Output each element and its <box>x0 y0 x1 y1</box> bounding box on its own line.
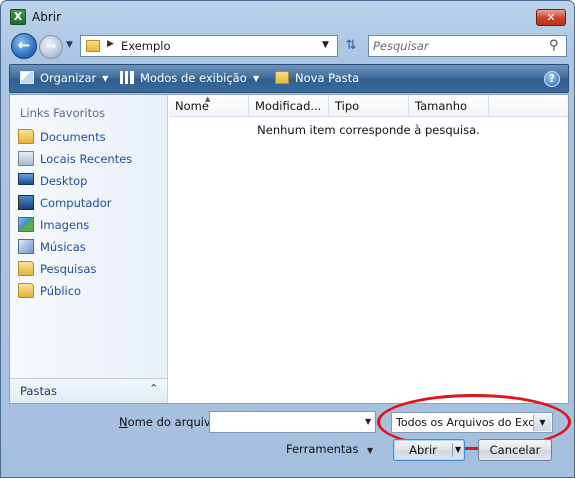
nav-item-documents[interactable]: Documents <box>16 127 164 147</box>
folder-icon <box>18 261 34 276</box>
column-label: Tipo <box>335 99 360 113</box>
filename-label: Nome do arquivo: <box>119 415 222 429</box>
history-dropdown-icon[interactable]: ▼ <box>66 40 73 50</box>
chevron-down-icon[interactable]: ▼ <box>365 417 371 426</box>
folders-toggle[interactable]: Pastas ⌃ <box>10 378 167 403</box>
folder-icon <box>18 283 34 298</box>
address-dropdown-icon[interactable]: ▼ <box>322 40 329 50</box>
chevron-down-icon: ▼ <box>102 74 109 83</box>
music-icon <box>18 239 34 254</box>
window-title: Abrir <box>32 10 62 24</box>
file-list[interactable]: Nome ▲ Modificad... Tipo Tamanho Nenhum … <box>169 95 568 403</box>
back-button[interactable]: ← <box>11 33 37 59</box>
column-label: Modificad... <box>255 99 322 113</box>
new-folder-button[interactable]: Nova Pasta <box>275 71 359 85</box>
main-area: Links Favoritos Documents Locais Recente… <box>9 94 569 404</box>
title-bar[interactable]: X Abrir ✕ <box>1 1 574 31</box>
nav-item-label: Imagens <box>40 218 90 232</box>
nav-item-label: Público <box>40 284 82 298</box>
close-button[interactable]: ✕ <box>536 9 566 26</box>
filename-label-text: ome do arquivo: <box>127 415 222 429</box>
sort-ascending-icon: ▲ <box>205 95 211 103</box>
tools-menu[interactable]: Ferramentas <box>286 442 358 456</box>
filename-input[interactable] <box>213 414 353 430</box>
column-header-row: Nome ▲ Modificad... Tipo Tamanho <box>169 95 568 117</box>
address-bar[interactable]: ▶ Exemplo ▼ <box>80 35 338 57</box>
chevron-down-icon[interactable]: ▼ <box>455 440 461 460</box>
column-header-size[interactable]: Tamanho <box>409 95 489 117</box>
nav-item-label: Desktop <box>40 174 88 188</box>
nav-item-label: Locais Recentes <box>40 152 133 166</box>
file-type-select[interactable]: Todos os Arquivos do Excel ( ▼ <box>391 412 553 433</box>
new-folder-label: Nova Pasta <box>295 71 360 85</box>
pictures-icon <box>18 217 34 232</box>
open-button[interactable]: Abrir ▼ <box>393 439 465 461</box>
chevron-down-icon[interactable]: ▼ <box>367 446 373 455</box>
tools-label: Ferramentas <box>286 442 359 456</box>
views-label: Modos de exibição <box>140 71 247 85</box>
refresh-icon[interactable]: ⇅ <box>341 37 361 55</box>
folder-icon <box>86 40 100 52</box>
chevron-up-icon: ⌃ <box>149 382 159 395</box>
file-type-value: Todos os Arquivos do Excel ( <box>396 416 552 429</box>
help-button[interactable]: ? <box>544 71 560 87</box>
folder-icon <box>18 129 34 144</box>
nav-item-pictures[interactable]: Imagens <box>16 215 164 235</box>
views-dropdown[interactable]: ▼ <box>253 71 259 85</box>
column-header-modified[interactable]: Modificad... <box>249 95 329 117</box>
views-icon <box>120 71 134 84</box>
nav-item-label: Computador <box>40 196 112 210</box>
views-menu[interactable]: Modos de exibição <box>120 71 247 85</box>
open-dialog-window: X Abrir ✕ ← → ▼ ▶ Exemplo ▼ ⇅ ⚲ Organiza… <box>0 0 575 478</box>
column-label: Tamanho <box>415 99 468 113</box>
filename-combobox[interactable]: ▼ <box>209 411 376 433</box>
favorite-links-heading: Links Favoritos <box>20 106 106 120</box>
organize-menu[interactable]: Organizar ▼ <box>20 71 108 85</box>
nav-item-computer[interactable]: Computador <box>16 193 164 213</box>
open-label: Abrir <box>409 443 437 457</box>
folders-label: Pastas <box>20 384 58 398</box>
chevron-down-icon: ▼ <box>253 74 260 83</box>
column-header-type[interactable]: Tipo <box>329 95 409 117</box>
new-folder-icon <box>275 71 289 84</box>
breadcrumb-current[interactable]: Exemplo <box>121 39 171 53</box>
search-box[interactable]: ⚲ <box>368 35 567 57</box>
address-row: ← → ▼ ▶ Exemplo ▼ ⇅ ⚲ <box>1 31 574 61</box>
nav-item-recent-places[interactable]: Locais Recentes <box>16 149 164 169</box>
nav-item-label: Pesquisas <box>40 262 97 276</box>
nav-item-label: Documents <box>40 130 106 144</box>
nav-item-music[interactable]: Músicas <box>16 237 164 257</box>
command-bar: Organizar ▼ Modos de exibição ▼ Nova Past… <box>9 64 569 93</box>
excel-icon: X <box>10 9 26 25</box>
recent-places-icon <box>18 151 34 166</box>
nav-item-public[interactable]: Público <box>16 281 164 301</box>
split-divider <box>452 443 453 457</box>
computer-icon <box>18 195 34 210</box>
empty-results-message: Nenhum item corresponde à pesquisa. <box>257 123 480 137</box>
organize-icon <box>20 71 34 84</box>
organize-label: Organizar <box>40 71 97 85</box>
navigation-pane: Links Favoritos Documents Locais Recente… <box>10 95 168 403</box>
nav-item-searches[interactable]: Pesquisas <box>16 259 164 279</box>
nav-item-label: Músicas <box>40 240 86 254</box>
search-icon[interactable]: ⚲ <box>549 38 559 53</box>
nav-item-desktop[interactable]: Desktop <box>16 171 164 191</box>
column-header-name[interactable]: Nome ▲ <box>169 95 249 117</box>
breadcrumb-arrow-icon[interactable]: ▶ <box>107 39 114 49</box>
search-input[interactable] <box>373 38 543 54</box>
cancel-button[interactable]: Cancelar <box>478 439 552 461</box>
desktop-icon <box>18 173 34 185</box>
column-label: Nome <box>175 99 209 113</box>
chevron-down-icon[interactable]: ▼ <box>533 414 551 431</box>
forward-button[interactable]: → <box>39 35 63 59</box>
